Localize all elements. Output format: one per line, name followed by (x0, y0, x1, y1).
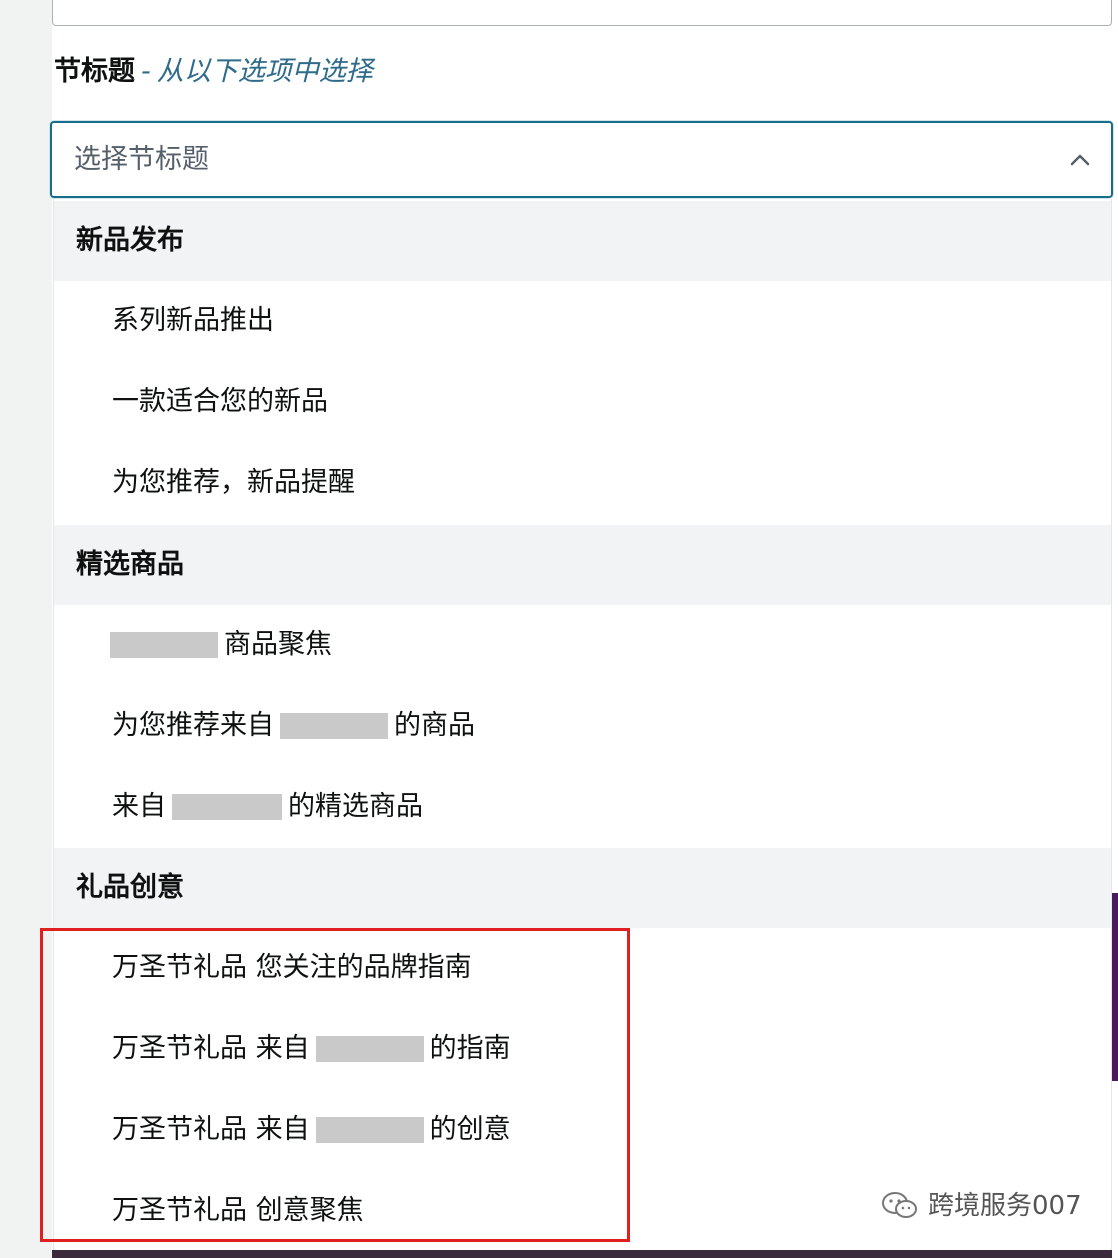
option-text: 商品聚焦 (224, 629, 332, 660)
section-title: 节标题 (54, 56, 135, 87)
redacted-brand-name (315, 1036, 424, 1062)
option-item[interactable]: 来自 的精选商品 (54, 767, 1111, 847)
option-text: 的指南 (429, 1033, 511, 1064)
option-label: 万圣节礼品 创意聚焦 (112, 1191, 364, 1231)
option-item[interactable]: 万圣节礼品 您关注的品牌指南 (54, 928, 1111, 1008)
option-text: 为您推荐，新品提醒 (112, 467, 355, 498)
option-item[interactable]: 为您推荐，新品提醒 (54, 443, 1111, 523)
option-label: 万圣节礼品 来自 的指南 (112, 1029, 511, 1069)
section-hint: 从以下选项中选择 (156, 56, 373, 87)
group-header-new-products: 新品发布 (54, 201, 1111, 281)
section-separator: - (141, 56, 151, 87)
option-text: 的创意 (429, 1114, 511, 1145)
group-header-label: 新品发布 (76, 225, 184, 256)
option-item[interactable]: 商品聚焦 (54, 605, 1111, 685)
option-item[interactable]: 万圣节礼品 来自 的创意 (54, 1090, 1111, 1170)
option-item[interactable]: 系列新品推出 (54, 281, 1111, 361)
option-text: 的商品 (394, 710, 475, 741)
watermark: 跨境服务007 (880, 1186, 1082, 1226)
option-item[interactable]: 一款适合您的新品 (54, 362, 1111, 442)
option-text: 万圣节礼品 来自 (112, 1114, 310, 1145)
redacted-brand-name (280, 713, 388, 739)
option-text: 万圣节礼品 您关注的品牌指南 (112, 952, 472, 983)
option-label: 万圣节礼品 来自 的创意 (112, 1110, 511, 1150)
option-text: 万圣节礼品 创意聚焦 (112, 1195, 364, 1226)
option-label: 万圣节礼品 您关注的品牌指南 (112, 948, 472, 988)
group-header-gift-ideas: 礼品创意 (54, 848, 1111, 928)
option-text: 为您推荐来自 (112, 710, 274, 741)
option-label: 一款适合您的新品 (112, 382, 328, 422)
option-text: 一款适合您的新品 (112, 386, 328, 417)
previous-input-field[interactable] (52, 0, 1112, 26)
watermark-text: 跨境服务007 (928, 1191, 1082, 1221)
group-header-featured-products: 精选商品 (54, 525, 1111, 605)
option-label: 为您推荐，新品提醒 (112, 463, 355, 503)
section-title-select[interactable]: 选择节标题 (50, 121, 1113, 198)
option-label: 系列新品推出 (112, 301, 274, 341)
left-panel-edge (0, 0, 52, 1258)
select-placeholder: 选择节标题 (74, 144, 209, 175)
option-text: 来自 (112, 791, 166, 822)
background-image-bottom (52, 1250, 1112, 1258)
redacted-brand-name (315, 1117, 424, 1143)
dropdown-list: 新品发布 系列新品推出 一款适合您的新品 为您推荐，新品提醒 精选商品 商品聚焦… (53, 199, 1112, 1258)
background-image-edge (1112, 893, 1118, 1081)
option-text: 系列新品推出 (112, 305, 274, 336)
group-header-label: 精选商品 (76, 549, 184, 580)
option-label: 商品聚焦 (104, 625, 332, 665)
group-header-label: 礼品创意 (76, 872, 184, 903)
option-item[interactable]: 为您推荐来自 的商品 (54, 686, 1111, 766)
redacted-brand-name (110, 632, 218, 658)
option-label: 来自 的精选商品 (112, 787, 423, 827)
redacted-brand-name (172, 794, 282, 820)
chevron-up-icon[interactable] (1069, 149, 1091, 171)
option-text: 的精选商品 (288, 791, 423, 822)
option-label: 为您推荐来自 的商品 (112, 706, 475, 746)
option-item[interactable]: 万圣节礼品 来自 的指南 (54, 1009, 1111, 1089)
section-title-label: 节标题 - 从以下选项中选择 (54, 52, 373, 92)
wechat-icon (882, 1192, 917, 1218)
option-text: 万圣节礼品 来自 (112, 1033, 310, 1064)
